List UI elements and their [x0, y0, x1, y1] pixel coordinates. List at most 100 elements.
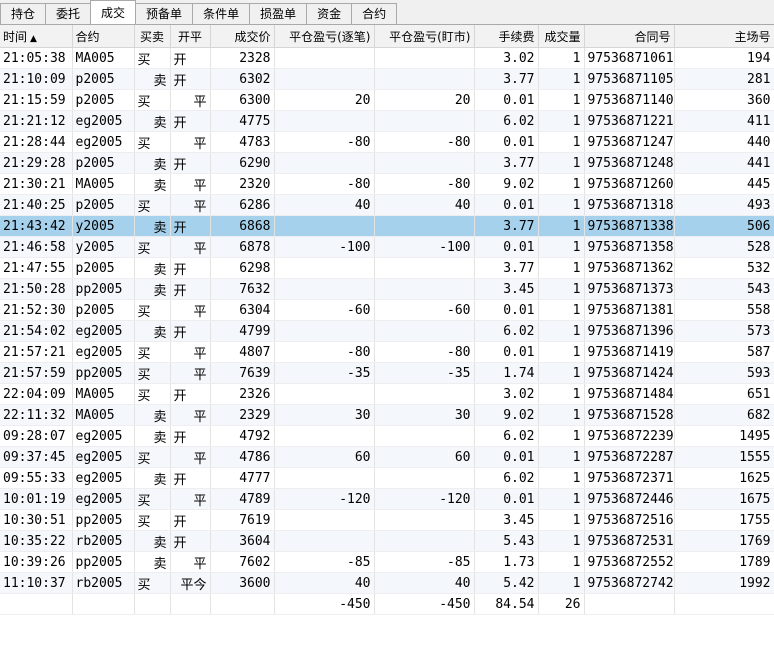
- qty-cell: 1: [538, 446, 585, 468]
- table-row[interactable]: 21:57:59 pp2005 买平 7639 -35 -35 1.74 1 975368714…: [0, 362, 774, 384]
- table-row[interactable]: 21:21:12 eg2005 卖开 4775 6.02 1 97536871221 411: [0, 110, 774, 132]
- open-close-cell: 平: [170, 236, 211, 258]
- price-cell: 6868: [210, 215, 275, 237]
- time-cell: 21:15:59: [0, 89, 73, 111]
- tab-6[interactable]: 资金: [306, 3, 353, 24]
- qty-cell: 1: [538, 152, 585, 174]
- pnl-close-cell: -120: [274, 488, 375, 510]
- tab-5[interactable]: 损盈单: [249, 3, 308, 24]
- order-no-cell: 97536871260: [584, 173, 675, 195]
- table-row[interactable]: 21:57:21 eg2005 买平 4807 -80 -80 0.01 1 975368714…: [0, 341, 774, 363]
- pnl-close-cell: [274, 47, 375, 69]
- table-row[interactable]: 10:30:51 pp2005 买开 7619 3.45 1 97536872516 1755: [0, 509, 774, 531]
- time-cell: 21:40:25: [0, 194, 73, 216]
- time-cell: 21:10:09: [0, 68, 73, 90]
- side-cell: 买: [134, 194, 171, 216]
- open-close-cell: 开: [170, 425, 211, 447]
- qty-cell: 1: [538, 194, 585, 216]
- col-header-side[interactable]: 买卖: [134, 25, 171, 48]
- pnl-mtm-cell: 30: [374, 404, 475, 426]
- exch-no-cell: 1789: [674, 551, 774, 573]
- table-row[interactable]: 10:35:22 rb2005 卖开 3604 5.43 1 97536872531 1769: [0, 530, 774, 552]
- table-row[interactable]: 21:46:58 y2005 买平 6878 -100 -100 0.01 1 97536871…: [0, 236, 774, 258]
- col-header-pnl-close[interactable]: 平仓盈亏(逐笔): [274, 25, 375, 48]
- pnl-mtm-cell: [374, 152, 475, 174]
- table-row[interactable]: 21:10:09 p2005 卖开 6302 3.77 1 97536871105 281: [0, 68, 774, 90]
- table-row[interactable]: 21:15:59 p2005 买平 6300 20 20 0.01 1 97536871140 3…: [0, 89, 774, 111]
- pnl-close-cell: -80: [274, 173, 375, 195]
- order-no-cell: 97536872239: [584, 425, 675, 447]
- exch-no-cell: 587: [674, 341, 774, 363]
- pnl-close-cell: [274, 257, 375, 279]
- table-row[interactable]: 21:47:55 p2005 卖开 6298 3.77 1 97536871362 532: [0, 257, 774, 279]
- pnl-close-cell: -100: [274, 236, 375, 258]
- table-row[interactable]: 11:10:37 rb2005 买平今 3600 40 40 5.42 1 9753687274…: [0, 572, 774, 594]
- side-cell: 买: [134, 509, 171, 531]
- tab-2[interactable]: 成交: [90, 0, 137, 24]
- price-cell: 2329: [210, 404, 275, 426]
- table-row[interactable]: 21:05:38 MA005 买开 2328 3.02 1 97536871061 194: [0, 47, 774, 69]
- exch-no-cell: 573: [674, 320, 774, 342]
- pnl-close-cell: -80: [274, 131, 375, 153]
- col-header-price[interactable]: 成交价: [210, 25, 275, 48]
- table-row[interactable]: 09:37:45 eg2005 买平 4786 60 60 0.01 1 97536872287…: [0, 446, 774, 468]
- table-row[interactable]: 21:50:28 pp2005 卖开 7632 3.45 1 97536871373 543: [0, 278, 774, 300]
- exch-no-cell: 528: [674, 236, 774, 258]
- pnl-close-cell: [274, 425, 375, 447]
- open-close-cell: 开: [170, 383, 211, 405]
- pnl-mtm-cell: -120: [374, 488, 475, 510]
- open-close-cell: 平今: [170, 572, 211, 594]
- contract-cell: eg2005: [72, 341, 135, 363]
- tab-4[interactable]: 条件单: [192, 3, 251, 24]
- exch-no-cell: 194: [674, 47, 774, 69]
- price-cell: 4783: [210, 131, 275, 153]
- summary-empty-cell: [584, 593, 675, 615]
- table-row[interactable]: 21:52:30 p2005 买平 6304 -60 -60 0.01 1 9753687138…: [0, 299, 774, 321]
- price-cell: 4777: [210, 467, 275, 489]
- order-no-cell: 97536871318: [584, 194, 675, 216]
- side-cell: 卖: [134, 320, 171, 342]
- pnl-mtm-cell: [374, 68, 475, 90]
- col-header-qty[interactable]: 成交量: [538, 25, 585, 48]
- pnl-mtm-cell: -80: [374, 341, 475, 363]
- tab-0[interactable]: 持仓: [0, 3, 47, 24]
- pnl-mtm-cell: [374, 509, 475, 531]
- open-close-cell: 平: [170, 362, 211, 384]
- table-row[interactable]: 21:28:44 eg2005 买平 4783 -80 -80 0.01 1 975368712…: [0, 131, 774, 153]
- table-row[interactable]: 22:11:32 MA005 卖平 2329 30 30 9.02 1 97536871528 6…: [0, 404, 774, 426]
- tab-1[interactable]: 委托: [45, 3, 92, 24]
- table-row[interactable]: 21:30:21 MA005 卖平 2320 -80 -80 9.02 1 9753687126…: [0, 173, 774, 195]
- table-row[interactable]: 09:28:07 eg2005 卖开 4792 6.02 1 97536872239 1495: [0, 425, 774, 447]
- col-header-open-close[interactable]: 开平: [170, 25, 211, 48]
- col-header-fee[interactable]: 手续费: [474, 25, 539, 48]
- pnl-mtm-cell: 40: [374, 194, 475, 216]
- col-header-time[interactable]: 时间 ▲: [0, 25, 73, 48]
- table-row[interactable]: 22:04:09 MA005 买开 2326 3.02 1 97536871484 651: [0, 383, 774, 405]
- exch-no-cell: 506: [674, 215, 774, 237]
- tab-3[interactable]: 预备单: [135, 3, 194, 24]
- table-row[interactable]: 21:54:02 eg2005 卖开 4799 6.02 1 97536871396 573: [0, 320, 774, 342]
- side-cell: 买: [134, 446, 171, 468]
- pnl-mtm-cell: -80: [374, 131, 475, 153]
- side-cell: 卖: [134, 215, 171, 237]
- order-no-cell: 97536872371: [584, 467, 675, 489]
- table-row[interactable]: 21:29:28 p2005 卖开 6290 3.77 1 97536871248 441: [0, 152, 774, 174]
- table-row[interactable]: 21:43:42 y2005 卖开 6868 3.77 1 97536871338 506: [0, 215, 774, 237]
- price-cell: 6302: [210, 68, 275, 90]
- table-row[interactable]: 10:01:19 eg2005 买平 4789 -120 -120 0.01 1 9753687…: [0, 488, 774, 510]
- col-header-contract[interactable]: 合约: [72, 25, 135, 48]
- table-row[interactable]: 10:39:26 pp2005 卖平 7602 -85 -85 1.73 1 975368725…: [0, 551, 774, 573]
- qty-cell: 1: [538, 173, 585, 195]
- col-header-exch-no[interactable]: 主场号: [674, 25, 774, 48]
- tab-7[interactable]: 合约: [351, 3, 398, 24]
- side-cell: 买: [134, 236, 171, 258]
- open-close-cell: 平: [170, 551, 211, 573]
- table-row[interactable]: 09:55:33 eg2005 卖开 4777 6.02 1 97536872371 1625: [0, 467, 774, 489]
- pnl-mtm-cell: [374, 320, 475, 342]
- side-cell: 买: [134, 383, 171, 405]
- col-header-order-no[interactable]: 合同号: [584, 25, 675, 48]
- price-cell: 3600: [210, 572, 275, 594]
- table-row[interactable]: 21:40:25 p2005 买平 6286 40 40 0.01 1 97536871318 4…: [0, 194, 774, 216]
- col-header-pnl-mtm[interactable]: 平仓盈亏(盯市): [374, 25, 475, 48]
- contract-cell: rb2005: [72, 530, 135, 552]
